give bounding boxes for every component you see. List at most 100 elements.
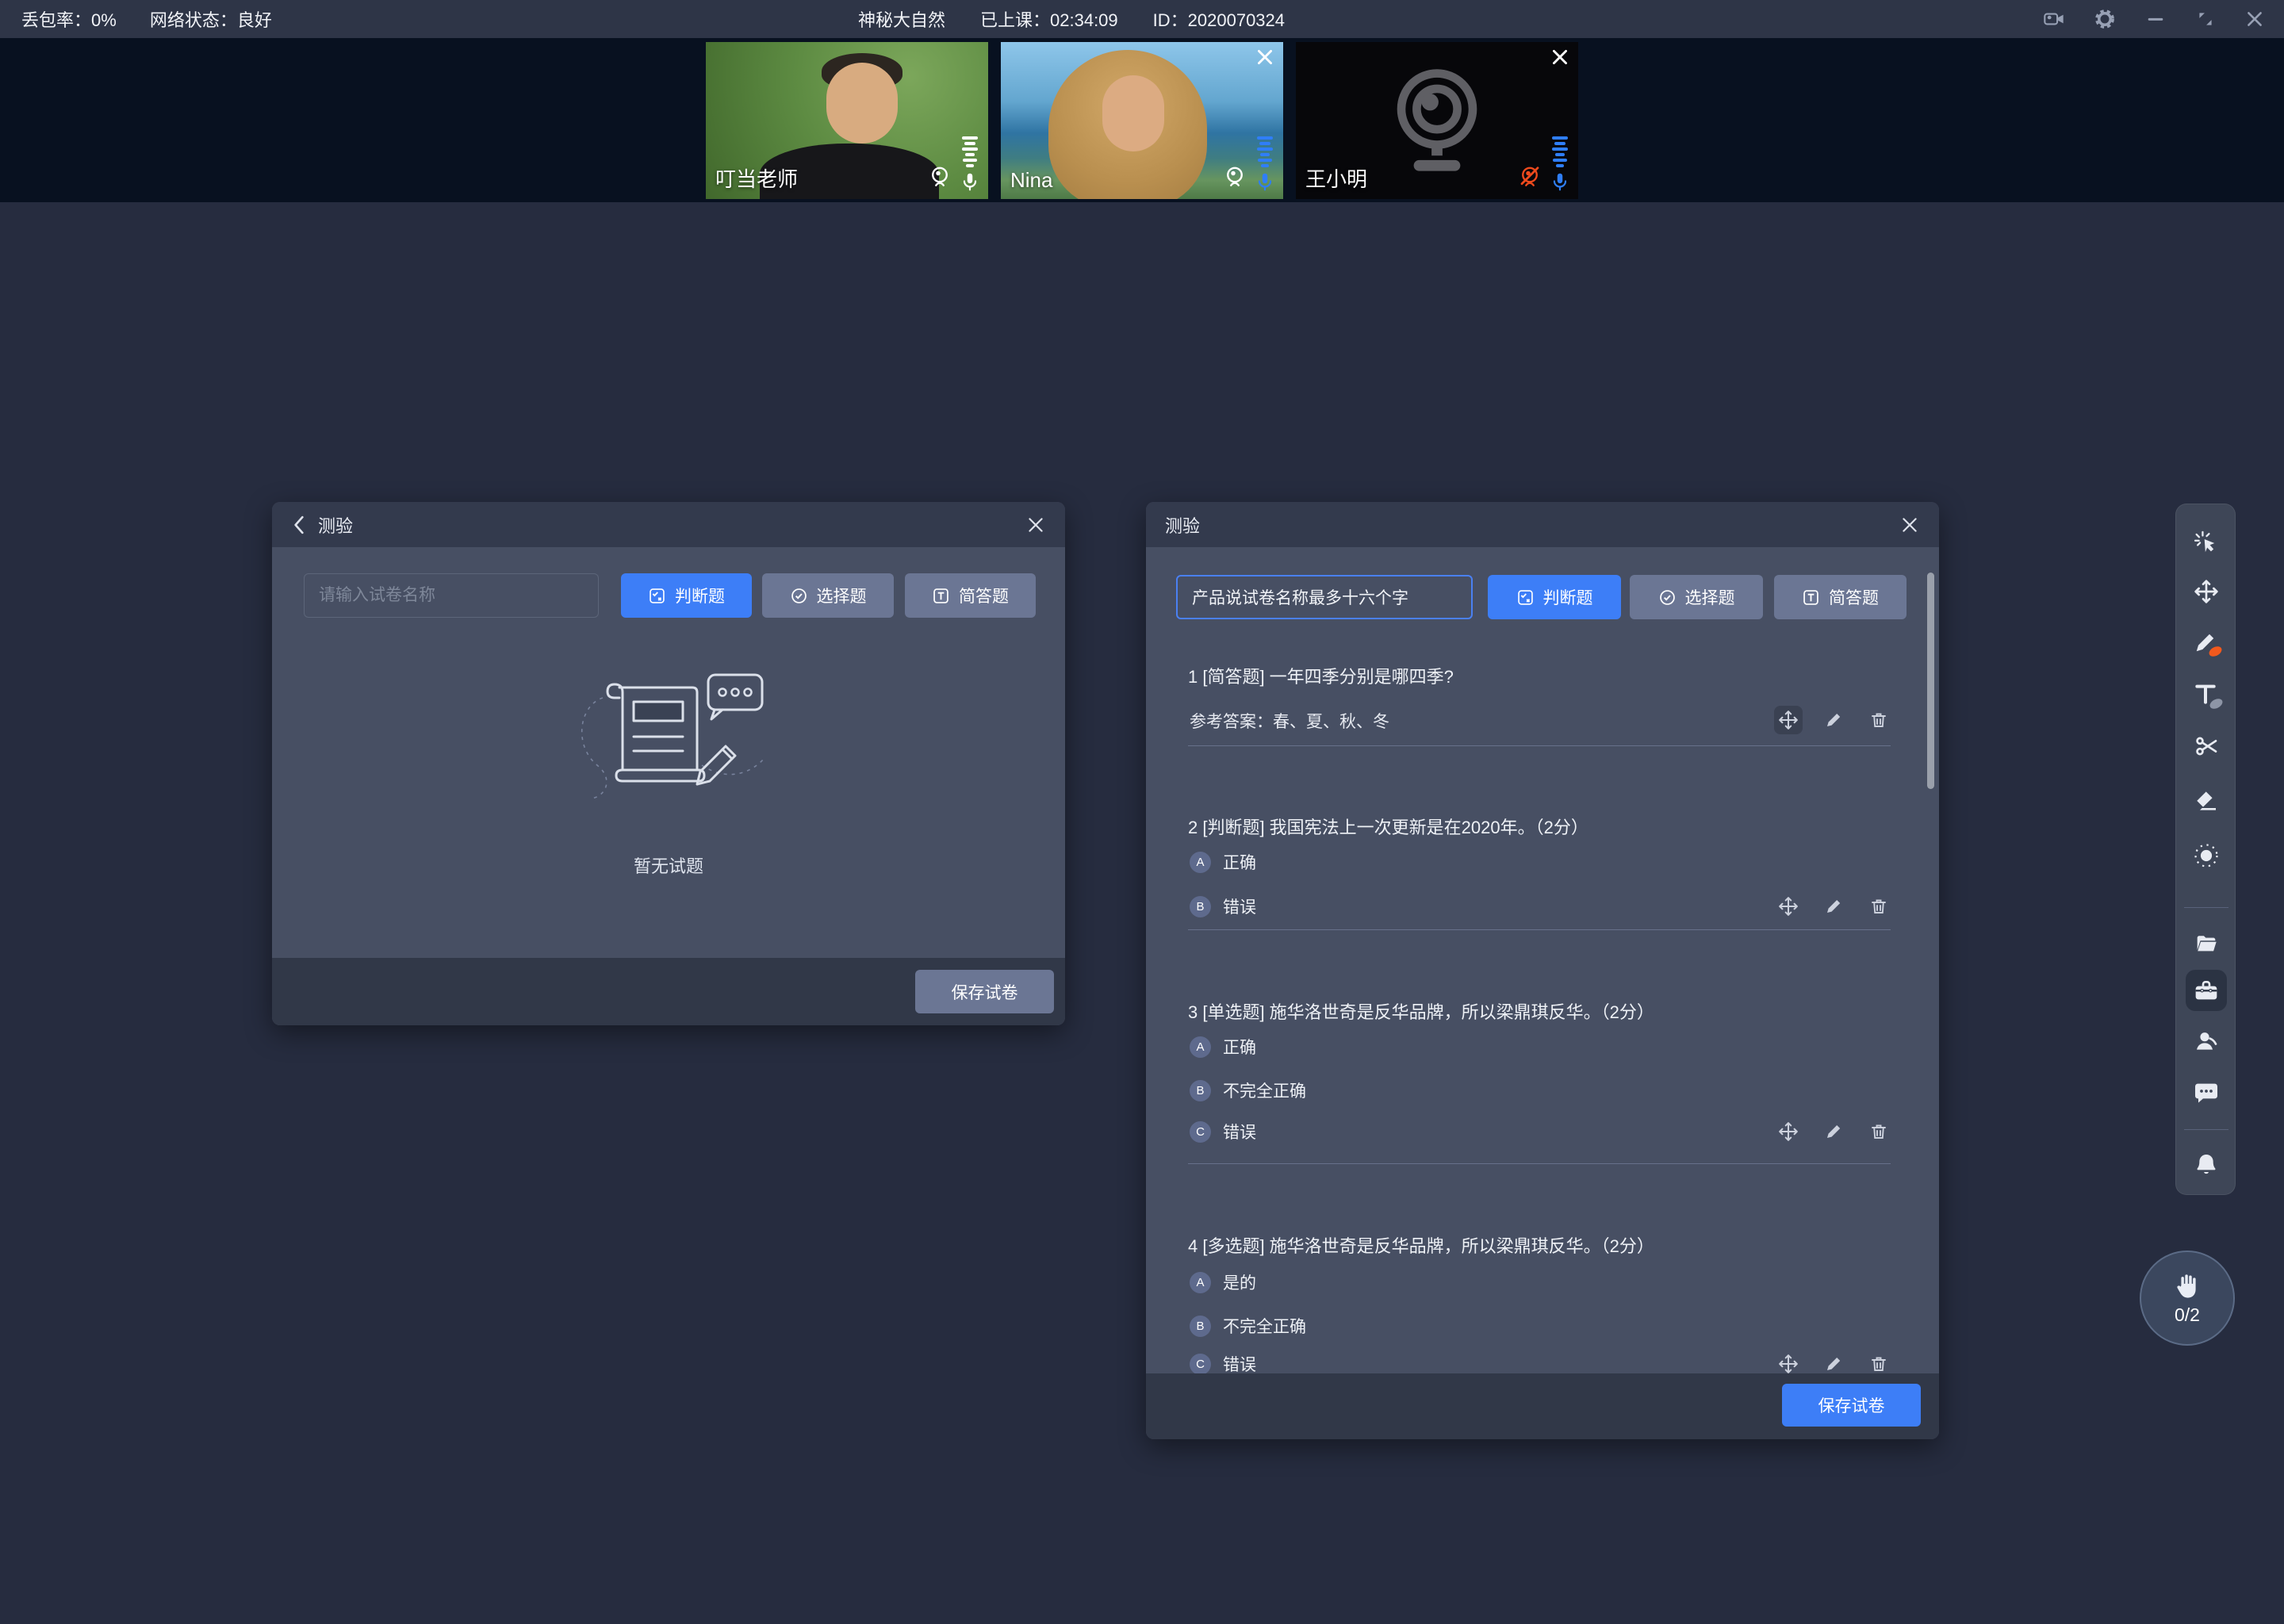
files-button[interactable] — [2189, 926, 2224, 961]
bell-icon — [2197, 1155, 2216, 1174]
panel-title: 测验 — [1165, 515, 1201, 536]
true-false-icon — [1517, 589, 1533, 605]
question-actions — [1774, 706, 1893, 734]
question-option: B 不完全正确 — [1190, 1079, 1306, 1101]
quiz-name-input[interactable] — [1176, 575, 1473, 619]
save-quiz-button[interactable]: 保存试卷 — [915, 970, 1054, 1013]
delete-question-icon[interactable] — [1864, 892, 1893, 921]
edit-question-icon[interactable] — [1819, 892, 1848, 921]
text-box-icon — [1803, 589, 1818, 605]
option-badge: C — [1190, 1353, 1211, 1375]
classroom-screen: 丢包率：0% 网络状态：良好 神秘大自然 已上课：02:34:09 ID：202… — [0, 0, 2284, 1624]
eraser-icon — [2197, 791, 2216, 810]
mic-level-indicator[interactable] — [1255, 136, 1275, 193]
toolbox-button[interactable] — [2186, 970, 2227, 1011]
short-answer-question-button[interactable]: 简答题 — [1774, 575, 1907, 619]
panel-header: 测验 — [272, 502, 1065, 547]
quiz-name-input[interactable] — [304, 573, 599, 618]
pen-tool-button[interactable] — [2189, 626, 2224, 661]
mic-level-indicator[interactable] — [1550, 136, 1570, 193]
move-question-icon[interactable] — [1774, 892, 1803, 921]
camera-icon[interactable] — [2043, 8, 2065, 30]
delete-question-icon[interactable] — [1864, 1117, 1893, 1146]
webcam-on-icon[interactable] — [928, 165, 952, 193]
mic-level-indicator[interactable] — [960, 136, 980, 193]
tool-sidebar — [2175, 504, 2236, 1195]
session-info: 神秘大自然 已上课：02:34:09 ID：2020070324 — [858, 0, 1285, 38]
scissors-icon — [2196, 737, 2217, 756]
volume-bars — [1552, 136, 1568, 167]
text-box-icon — [933, 588, 948, 603]
edit-question-icon[interactable] — [1819, 706, 1848, 734]
question-label: 2 [判断题] 我国宪法上一次更新是在2020年。（2分） — [1188, 818, 1588, 837]
save-quiz-button[interactable]: 保存试卷 — [1782, 1384, 1921, 1427]
text-tool-button[interactable] — [2189, 677, 2225, 712]
option-badge: B — [1190, 1315, 1211, 1337]
minimize-icon[interactable] — [2144, 8, 2167, 30]
toolbox-icon — [2195, 981, 2217, 1000]
circle-check-icon — [1659, 589, 1675, 605]
option-badge: A — [1190, 1036, 1211, 1058]
volume-bars — [1257, 136, 1273, 167]
empty-illustration — [581, 673, 765, 799]
question-option: A 正确 — [1190, 851, 1256, 873]
participant-name: Nina — [1010, 168, 1053, 192]
question-actions — [1774, 892, 1893, 921]
true-false-question-button[interactable]: 判断题 — [1488, 575, 1621, 619]
question-option: C 错误 — [1190, 1120, 1256, 1143]
folder-icon — [2197, 936, 2217, 952]
laser-pointer-tool-button[interactable] — [2189, 525, 2224, 560]
choice-question-button[interactable]: 选择题 — [1630, 575, 1763, 619]
option-badge: C — [1190, 1120, 1211, 1143]
move-tool-button[interactable] — [2189, 574, 2224, 609]
short-answer-question-button[interactable]: 简答题 — [905, 573, 1036, 618]
move-icon — [2194, 580, 2218, 603]
question-divider — [1188, 929, 1891, 930]
fullscreen-icon[interactable] — [2195, 9, 2216, 29]
delete-question-icon[interactable] — [1864, 706, 1893, 734]
video-tile-student[interactable]: 王小明 — [1296, 42, 1578, 199]
cursor-click-icon — [2194, 530, 2215, 553]
close-panel-icon[interactable] — [1899, 515, 1920, 535]
video-tile-teacher[interactable]: 叮当老师 — [706, 42, 988, 199]
move-question-icon[interactable] — [1774, 706, 1803, 734]
webcam-on-icon[interactable] — [1223, 165, 1247, 193]
spotlight-tool-button[interactable] — [2189, 838, 2224, 873]
sidebar-divider — [2184, 907, 2228, 908]
notifications-button[interactable] — [2189, 1147, 2224, 1182]
scrollbar-thumb[interactable] — [1927, 573, 1934, 789]
circle-check-icon — [791, 588, 807, 603]
true-false-question-button[interactable]: 判断题 — [621, 573, 752, 618]
move-question-icon[interactable] — [1774, 1117, 1803, 1146]
raise-hand-button[interactable]: 0/2 — [2140, 1251, 2235, 1346]
chat-button[interactable] — [2189, 1075, 2224, 1110]
edit-question-icon[interactable] — [1819, 1117, 1848, 1146]
option-badge: A — [1190, 1271, 1211, 1293]
video-tile-nina[interactable]: Nina — [1001, 42, 1283, 199]
camera-off-placeholder-icon — [1378, 59, 1496, 182]
network-status-stat: 网络状态：良好 — [149, 10, 272, 30]
question-divider — [1188, 745, 1891, 746]
option-badge: B — [1190, 895, 1211, 917]
choice-question-button[interactable]: 选择题 — [762, 573, 894, 618]
close-video-icon[interactable] — [1255, 47, 1275, 67]
members-button[interactable] — [2189, 1024, 2224, 1059]
question-answer: 参考答案：春、夏、秋、冬 — [1190, 713, 1389, 731]
top-bar: 丢包率：0% 网络状态：良好 神秘大自然 已上课：02:34:09 ID：202… — [0, 0, 2284, 38]
back-icon[interactable] — [291, 515, 307, 534]
cut-tool-button[interactable] — [2189, 729, 2224, 764]
eraser-tool-button[interactable] — [2189, 783, 2224, 818]
quiz-panel-empty: 测验 判断题 选择题 简答题 — [272, 502, 1065, 1025]
mic-icon — [1553, 173, 1567, 191]
webcam-off-icon[interactable] — [1518, 165, 1542, 193]
question-option: B 错误 — [1190, 895, 1256, 917]
volume-bars — [962, 136, 978, 167]
question-actions — [1774, 1117, 1893, 1146]
close-panel-icon[interactable] — [1025, 515, 1046, 535]
close-window-icon[interactable] — [2244, 9, 2265, 29]
question-label: 4 [多选题] 施华洛世奇是反华品牌，所以梁鼎琪反华。（2分） — [1188, 1236, 1654, 1256]
close-video-icon[interactable] — [1550, 47, 1570, 67]
panel-title: 测验 — [318, 515, 354, 536]
settings-gear-icon[interactable] — [2094, 8, 2116, 30]
chat-bubble-icon — [2195, 1083, 2217, 1103]
